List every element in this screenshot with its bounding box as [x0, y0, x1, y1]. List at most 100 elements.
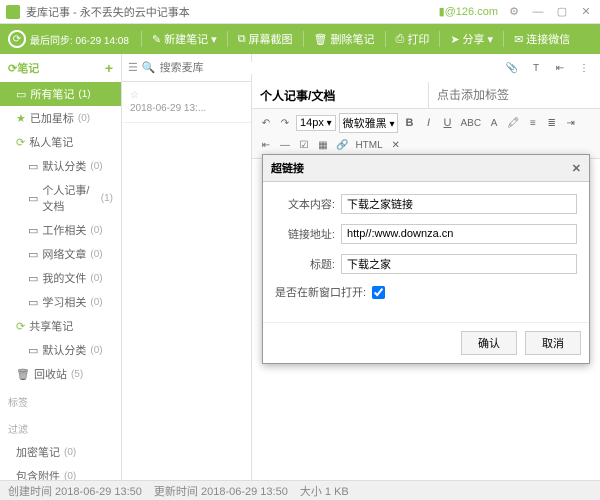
bgcolor-button[interactable]: 🖍 — [505, 114, 522, 132]
created-time: 创建时间 2018-06-29 13:50 — [8, 483, 142, 499]
user-email[interactable]: ▮@126.com — [439, 5, 498, 18]
minimize-button[interactable]: — — [530, 4, 546, 20]
underline-button[interactable]: U — [439, 114, 455, 132]
sidebar-attachments[interactable]: 包含附件 (0) — [0, 464, 121, 480]
sidebar-notebook-item[interactable]: ▭工作相关 (0) — [0, 218, 121, 242]
new-note-button[interactable]: ✎新建笔记 ▾ — [146, 24, 223, 54]
italic-button[interactable]: I — [420, 114, 436, 132]
note-list: ☰ 🔍 ☆ 2018-06-29 13:... — [122, 54, 252, 480]
html-button[interactable]: HTML — [353, 136, 384, 154]
link-text-input[interactable] — [341, 194, 577, 214]
undo-icon[interactable]: ↶ — [258, 114, 274, 132]
newwin-checkbox[interactable] — [372, 286, 385, 299]
bold-button[interactable]: B — [401, 114, 417, 132]
checkbox-button[interactable]: ☑ — [296, 136, 312, 154]
url-label: 链接地址: — [275, 226, 335, 242]
sidebar-shared-default[interactable]: ▭默认分类 (0) — [0, 338, 121, 362]
title-label: 标题: — [275, 256, 335, 272]
sidebar-recycle[interactable]: 🗑回收站 (5) — [0, 362, 121, 386]
star-icon: ★ — [16, 112, 26, 125]
screenshot-button[interactable]: ⧉屏幕截图 — [232, 24, 299, 54]
folder-icon: ▭ — [28, 192, 38, 205]
sidebar-starred[interactable]: ★已加星标 (0) — [0, 106, 121, 130]
sidebar-notebook-item[interactable]: ▭个人记事/文档 (1) — [0, 178, 121, 218]
crop-icon: ⧉ — [238, 33, 246, 46]
sidebar-notebook-item[interactable]: ▭网络文章 (0) — [0, 242, 121, 266]
statusbar: 创建时间 2018-06-29 13:50 更新时间 2018-06-29 13… — [0, 480, 600, 500]
newwin-label: 是否在新窗口打开: — [275, 284, 366, 300]
ok-button[interactable]: 确认 — [461, 331, 517, 355]
hyperlink-dialog: 超链接 ✕ 文本内容: 链接地址: 标题: 是否在新窗口打开: 确认 取消 — [262, 154, 590, 364]
main-toolbar: ⟳ 最后同步: 06-29 14:08 ✎新建笔记 ▾ ⧉屏幕截图 🗑删除笔记 … — [0, 24, 600, 54]
color-button[interactable]: A — [486, 114, 502, 132]
maximize-button[interactable]: ▢ — [554, 4, 570, 20]
sidebar-notebook-item[interactable]: ▭学习相关 (0) — [0, 290, 121, 314]
strike-button[interactable]: ABC — [458, 114, 483, 132]
wechat-button[interactable]: ✉连接微信 — [508, 24, 576, 54]
folder-icon: ▭ — [28, 224, 38, 237]
delete-button[interactable]: 🗑删除笔记 — [308, 24, 381, 54]
star-icon[interactable]: ☆ — [130, 90, 243, 101]
note-date: 2018-06-29 13:... — [130, 103, 243, 114]
share-button[interactable]: ➤分享 ▾ — [444, 24, 499, 54]
sidebar: ⟳ 笔记 + ▭所有笔记 (1) ★已加星标 (0) ⟳私人笔记 ▭默认分类 (… — [0, 54, 122, 480]
list-button[interactable]: ≣ — [544, 114, 560, 132]
sidebar-private[interactable]: ⟳私人笔记 — [0, 130, 121, 154]
link-button[interactable]: 🔗 — [334, 136, 350, 154]
export-icon[interactable]: ⇤ — [552, 59, 568, 77]
trash-icon: 🗑 — [16, 368, 30, 381]
text-icon[interactable]: T — [528, 59, 544, 77]
sidebar-notebook-item[interactable]: ▭我的文件 (0) — [0, 266, 121, 290]
sidebar-all-notes[interactable]: ▭所有笔记 (1) — [0, 82, 121, 106]
sync-small-icon: ⟳ — [16, 320, 25, 333]
add-notebook-button[interactable]: + — [105, 60, 113, 76]
app-logo — [6, 5, 20, 19]
text-label: 文本内容: — [275, 196, 335, 212]
link-title-input[interactable] — [341, 254, 577, 274]
indent-button[interactable]: ⇥ — [563, 114, 579, 132]
attach-icon[interactable]: 📎 — [504, 59, 520, 77]
note-title-input[interactable] — [252, 82, 429, 108]
folder-icon: ▭ — [28, 248, 38, 261]
pencil-icon: ✎ — [152, 33, 161, 46]
outdent-button[interactable]: ⇤ — [258, 136, 274, 154]
close-button[interactable]: ✕ — [578, 4, 594, 20]
notes-section-header: ⟳ 笔记 + — [0, 54, 121, 82]
sync-small-icon: ⟳ — [8, 62, 17, 75]
more-icon[interactable]: ⋮ — [576, 59, 592, 77]
align-button[interactable]: ≡ — [525, 114, 541, 132]
print-icon: ⎙ — [396, 33, 405, 46]
trash-icon: 🗑 — [314, 33, 328, 46]
hr-button[interactable]: — — [277, 136, 293, 154]
share-icon: ➤ — [450, 33, 459, 46]
sidebar-encrypted[interactable]: 加密笔记 (0) — [0, 440, 121, 464]
table-button[interactable]: ▦ — [315, 136, 331, 154]
sidebar-shared[interactable]: ⟳共享笔记 — [0, 314, 121, 338]
sidebar-notebook-item[interactable]: ▭默认分类 (0) — [0, 154, 121, 178]
print-button[interactable]: ⎙打印 — [390, 24, 436, 54]
settings-icon[interactable]: ⚙ — [506, 4, 522, 20]
updated-time: 更新时间 2018-06-29 13:50 — [154, 483, 288, 499]
format-toolbar: ↶ ↷ 14px ▾ 微软雅黑 ▾ B I U ABC A 🖍 ≡ ≣ ⇥ ⇤ … — [252, 109, 600, 159]
link-url-input[interactable] — [341, 224, 577, 244]
folder-icon: ▭ — [28, 344, 38, 357]
note-list-item[interactable]: ☆ 2018-06-29 13:... — [122, 82, 251, 123]
sync-icon[interactable]: ⟳ — [8, 30, 26, 48]
sync-small-icon: ⟳ — [16, 136, 25, 149]
redo-icon[interactable]: ↷ — [277, 114, 293, 132]
filter-header: 过滤 — [0, 417, 121, 440]
list-icon[interactable]: ☰ — [128, 61, 138, 74]
font-size-select[interactable]: 14px ▾ — [296, 115, 336, 131]
cancel-button[interactable]: 取消 — [525, 331, 581, 355]
font-family-select[interactable]: 微软雅黑 ▾ — [339, 113, 399, 133]
note-tags-input[interactable] — [429, 82, 600, 108]
wechat-icon: ✉ — [514, 33, 523, 46]
clear-button[interactable]: ✕ — [388, 136, 404, 154]
folder-icon: ▭ — [28, 160, 38, 173]
dialog-title: 超链接 — [271, 160, 304, 176]
folder-icon: ▭ — [28, 272, 38, 285]
dropdown-icon: ▾ — [488, 33, 494, 46]
app-title: 麦库记事 - 永不丢失的云中记事本 — [26, 4, 439, 20]
search-icon: 🔍 — [142, 61, 156, 74]
dialog-close-button[interactable]: ✕ — [572, 162, 581, 175]
